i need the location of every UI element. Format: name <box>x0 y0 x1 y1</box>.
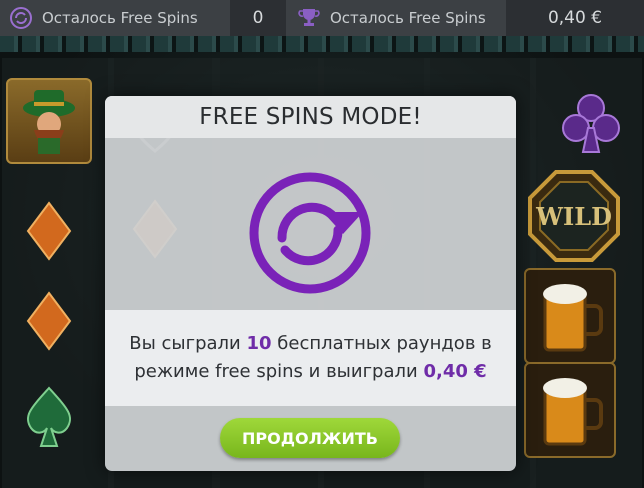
wild-symbol: WILD <box>524 166 624 266</box>
dialog-title: FREE SPINS MODE! <box>105 96 516 138</box>
diamond-suit-symbol <box>4 276 94 366</box>
beer-mug-symbol <box>524 362 616 458</box>
dialog-message: Вы сыграли 10 бесплатных раундов в режим… <box>105 310 516 406</box>
free-spins-win-value: 0,40 € <box>506 0 644 36</box>
trophy-icon <box>296 5 322 31</box>
refresh-icon <box>8 5 34 31</box>
spade-suit-symbol <box>4 372 94 462</box>
rounds-count: 10 <box>246 333 272 354</box>
message-text-before: Вы сыграли <box>129 333 241 354</box>
win-amount: 0,40 € <box>423 361 487 382</box>
free-spins-summary-dialog: FREE SPINS MODE! Вы сыграли 10 бесплатны… <box>105 96 516 471</box>
free-spins-left-label-box: Осталось Free Spins <box>0 0 230 36</box>
free-spins-cycle-icon <box>237 160 383 306</box>
wild-label: WILD <box>536 201 612 231</box>
leprechaun-symbol <box>4 76 94 166</box>
top-rail <box>0 36 644 52</box>
free-spins-left-label: Осталось Free Spins <box>42 9 198 27</box>
free-spins-win-label: Осталось Free Spins <box>330 9 486 27</box>
club-suit-symbol <box>546 78 636 168</box>
free-spins-left-value: 0 <box>230 0 286 36</box>
top-status-bar: Осталось Free Spins 0 Осталось Free Spin… <box>0 0 644 36</box>
free-spins-win-label-box: Осталось Free Spins <box>286 0 506 36</box>
beer-mug-symbol <box>524 268 616 364</box>
diamond-suit-symbol <box>4 186 94 276</box>
continue-button[interactable]: ПРОДОЛЖИТЬ <box>220 418 400 458</box>
